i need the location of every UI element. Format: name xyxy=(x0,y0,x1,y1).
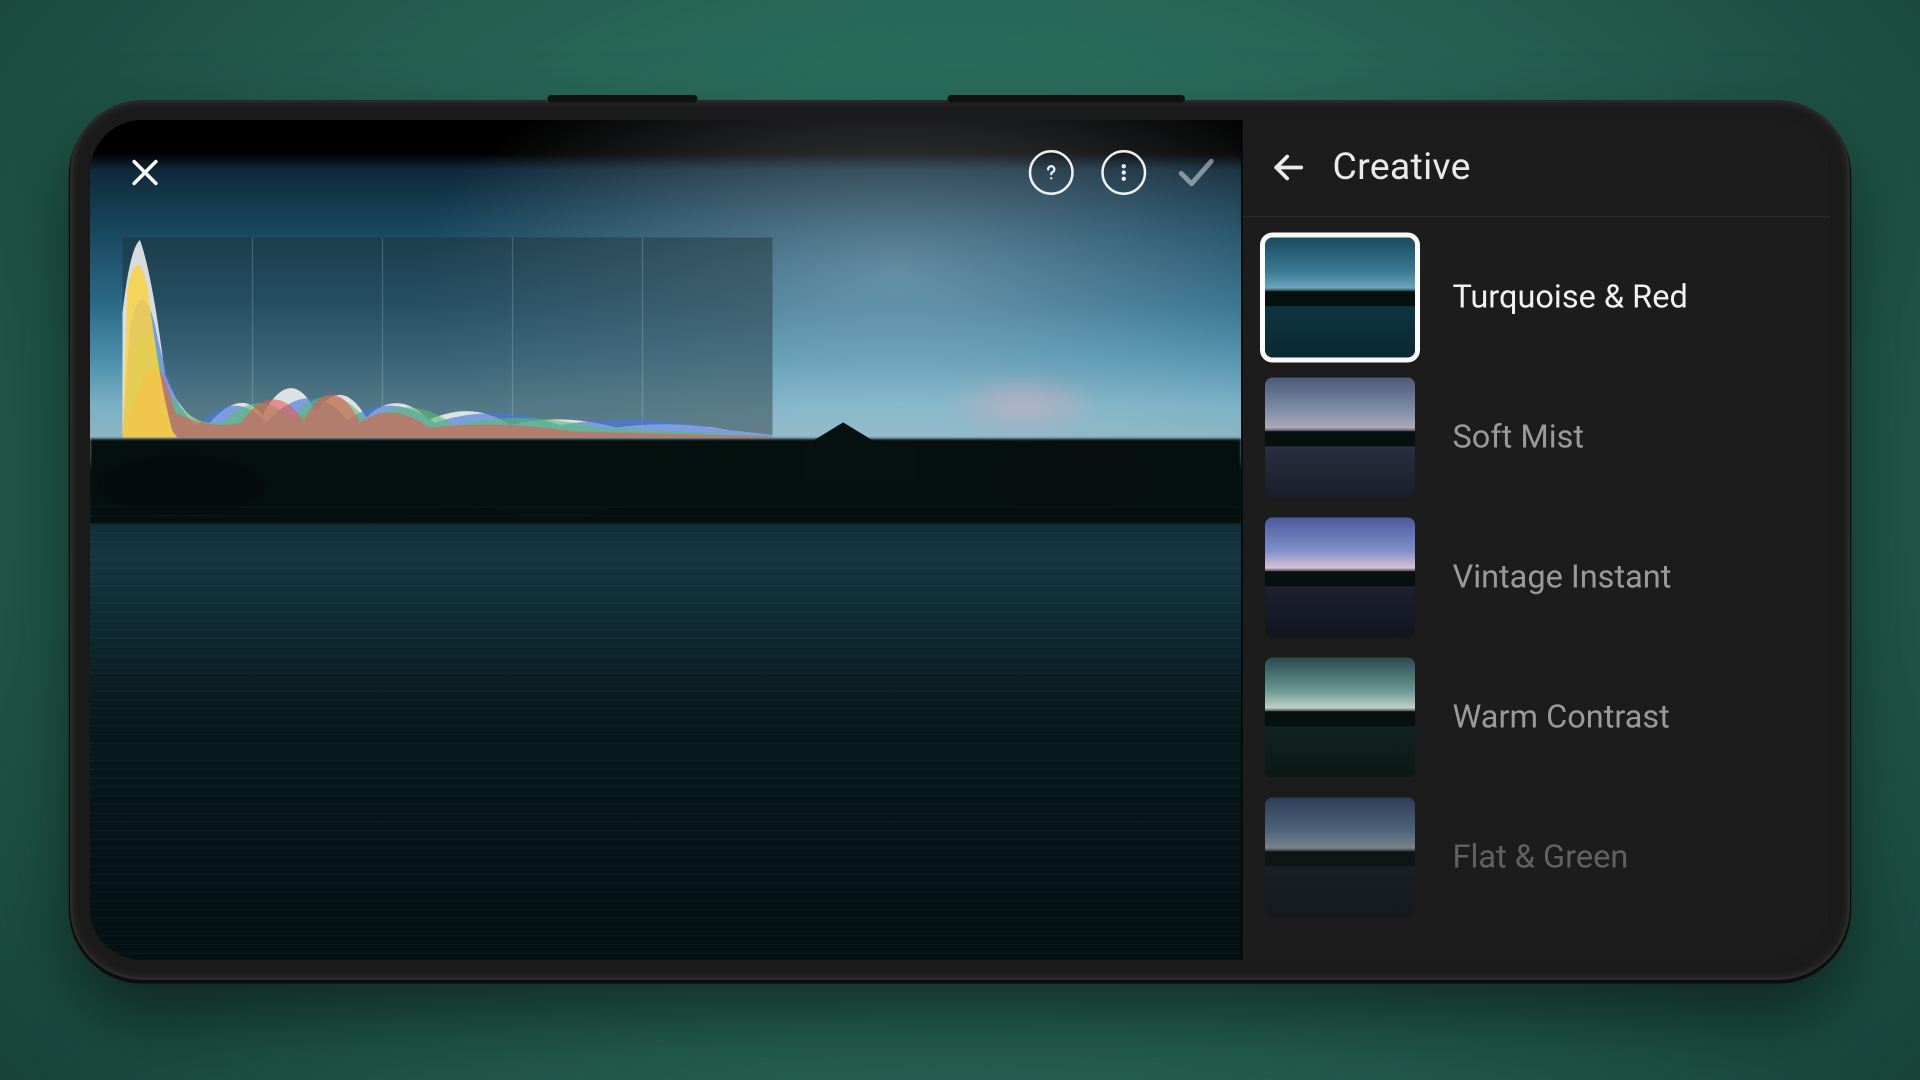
preset-label: Flat & Green xyxy=(1453,839,1629,877)
histogram-overlay xyxy=(123,238,773,438)
preset-thumbnail xyxy=(1265,658,1415,778)
preset-thumbnail xyxy=(1265,798,1415,918)
preset-item-flat-green[interactable]: Flat & Green xyxy=(1265,798,1808,918)
preset-item-soft-mist[interactable]: Soft Mist xyxy=(1265,378,1808,498)
preset-label: Turquoise & Red xyxy=(1453,279,1688,317)
confirm-checkmark-icon[interactable] xyxy=(1174,150,1219,195)
app-screen: Creative Turquoise & Red Soft Mist Vinta… xyxy=(90,120,1830,960)
preview-toolbar xyxy=(123,150,1219,195)
preset-item-turquoise-red[interactable]: Turquoise & Red xyxy=(1265,238,1808,358)
preset-thumbnail xyxy=(1265,378,1415,498)
preset-item-vintage-instant[interactable]: Vintage Instant xyxy=(1265,518,1808,638)
preset-thumbnail xyxy=(1265,238,1415,358)
preset-list[interactable]: Turquoise & Red Soft Mist Vintage Instan… xyxy=(1243,218,1831,961)
preview-decoration xyxy=(90,506,1241,960)
panel-header: Creative xyxy=(1243,120,1831,218)
preset-label: Warm Contrast xyxy=(1453,699,1670,737)
presets-panel: Creative Turquoise & Red Soft Mist Vinta… xyxy=(1243,120,1831,960)
photo-preview[interactable] xyxy=(90,120,1243,960)
preview-decoration xyxy=(942,372,1105,435)
close-button[interactable] xyxy=(123,150,168,195)
preset-item-warm-contrast[interactable]: Warm Contrast xyxy=(1265,658,1808,778)
preset-thumbnail xyxy=(1265,518,1415,638)
phone-frame: Creative Turquoise & Red Soft Mist Vinta… xyxy=(73,103,1848,978)
help-icon[interactable] xyxy=(1029,150,1074,195)
more-options-icon[interactable] xyxy=(1101,150,1146,195)
preset-label: Soft Mist xyxy=(1453,419,1585,457)
preset-label: Vintage Instant xyxy=(1453,559,1672,597)
panel-title: Creative xyxy=(1333,145,1471,189)
back-arrow-icon[interactable] xyxy=(1270,148,1308,186)
